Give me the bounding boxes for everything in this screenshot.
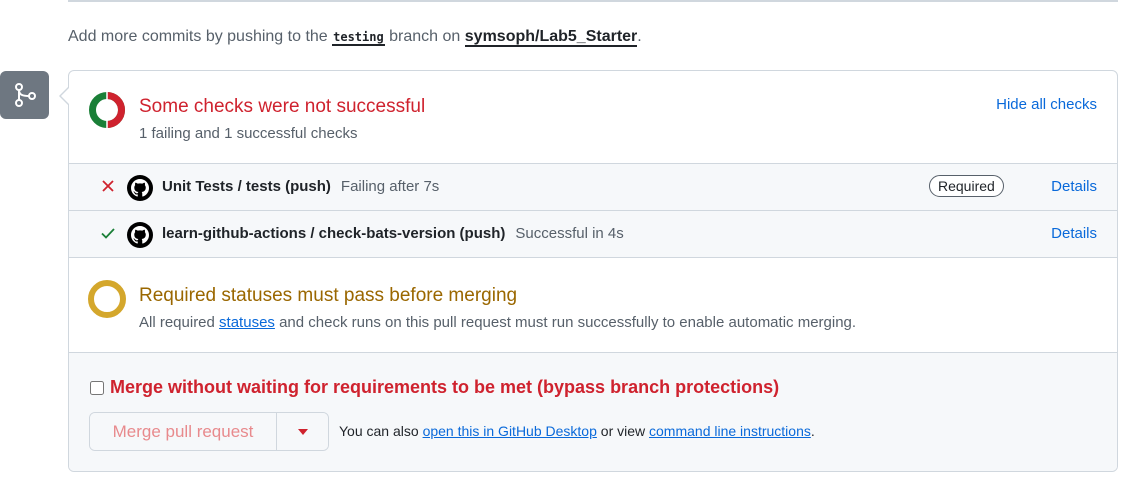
intro-middle: branch on [384,28,465,45]
required-statuses-section: Required statuses must pass before mergi… [69,258,1117,353]
req-sub-suffix: and check runs on this pull request must… [274,314,857,331]
note-suffix: . [810,423,815,439]
checks-donut-icon [89,92,125,128]
note-prefix: You can also [339,423,423,439]
merge-method-dropdown-button[interactable] [277,413,328,450]
required-statuses-title: Required statuses must pass before mergi… [139,285,518,306]
alternate-merge-note: You can also open this in GitHub Desktop… [339,423,815,439]
req-sub-prefix: All required [139,314,220,331]
merge-button-group: Merge pull request [89,412,329,451]
github-logo-icon [127,175,153,201]
merge-actions: Merge without waiting for requirements t… [69,353,1117,471]
open-in-desktop-link[interactable]: open this in GitHub Desktop [423,423,597,439]
check-name: Unit Tests / tests (push) Failing after 7… [162,178,439,195]
check-name: learn-github-actions / check-bats-versio… [162,225,624,242]
details-link[interactable]: Details [1051,225,1097,242]
x-icon [102,180,114,192]
hide-all-checks-link[interactable]: Hide all checks [996,96,1097,113]
merge-box: Some checks were not successful 1 failin… [68,70,1118,472]
check-row-learn-github-actions: learn-github-actions / check-bats-versio… [69,211,1117,258]
top-divider [68,0,1118,2]
repo-link[interactable]: symsoph/Lab5_Starter [464,28,638,47]
statuses-link[interactable]: statuses [219,314,275,331]
checks-status-title: Some checks were not successful [139,96,426,117]
caret-down-icon [297,428,308,435]
checks-status-subtitle: 1 failing and 1 successful checks [139,125,358,142]
check-title: Unit Tests / tests (push) [162,178,331,195]
intro-suffix: . [637,28,642,45]
merge-pull-request-button[interactable]: Merge pull request [90,413,277,450]
required-statuses-description: All required statuses and check runs on … [139,314,856,331]
details-link[interactable]: Details [1051,178,1097,195]
check-status-text: Successful in 4s [515,225,624,242]
panel-pointer-fill [61,88,69,104]
pending-ring-icon [88,280,126,318]
check-icon [101,228,115,239]
bypass-checkbox[interactable] [90,380,104,395]
intro-prefix: Add more commits by pushing to the [68,28,333,45]
github-logo-icon [127,222,153,248]
command-line-instructions-link[interactable]: command line instructions [649,423,811,439]
check-status-text: Failing after 7s [340,178,440,195]
check-title: learn-github-actions / check-bats-versio… [162,225,506,242]
required-badge: Required [929,175,1004,197]
push-instructions: Add more commits by pushing to the testi… [68,28,642,47]
git-merge-icon [0,71,49,119]
bypass-label[interactable]: Merge without waiting for requirements t… [110,377,779,398]
note-middle: or view [596,423,650,439]
bypass-option[interactable]: Merge without waiting for requirements t… [90,377,779,398]
check-row-unit-tests: Unit Tests / tests (push) Failing after 7… [69,164,1117,211]
branch-name[interactable]: testing [332,30,385,46]
checks-summary: Some checks were not successful 1 failin… [69,71,1117,164]
